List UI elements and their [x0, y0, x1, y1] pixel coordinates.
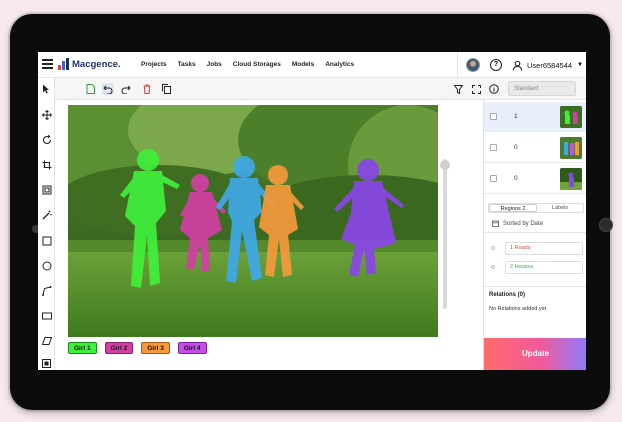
- zoom-slider[interactable]: [440, 159, 450, 309]
- image-checkbox[interactable]: [490, 113, 497, 120]
- help-icon[interactable]: ?: [490, 59, 502, 71]
- nav-jobs[interactable]: Jobs: [207, 61, 222, 68]
- tab-regions[interactable]: Regions 2: [489, 204, 537, 212]
- nav-models[interactable]: Models: [292, 61, 314, 68]
- region-label: 1 Roads: [505, 242, 583, 255]
- divider: [457, 52, 458, 78]
- annotated-photo[interactable]: [68, 105, 438, 337]
- tag-girl-4[interactable]: Girl 4: [177, 342, 207, 354]
- annotation-canvas[interactable]: Girl 1 Girl 2 Girl 3 Girl 4: [56, 100, 495, 370]
- tool-sidebar: [38, 78, 55, 370]
- region-count: 0: [514, 175, 518, 182]
- avatar[interactable]: [466, 58, 480, 72]
- tag-girl-2[interactable]: Girl 2: [104, 342, 134, 354]
- image-list-item[interactable]: 0: [484, 164, 586, 194]
- menu-icon[interactable]: [42, 59, 53, 69]
- box-tool-icon[interactable]: [41, 310, 52, 321]
- region-label: 2 Houses: [505, 261, 583, 274]
- move-icon[interactable]: [41, 109, 52, 120]
- undo-icon[interactable]: [102, 83, 114, 95]
- fullscreen-icon[interactable]: [470, 83, 482, 95]
- relations-empty-text: No Relations added yet: [489, 306, 547, 312]
- home-button[interactable]: [599, 218, 613, 232]
- image-thumbnail[interactable]: [560, 168, 582, 190]
- region-radio[interactable]: [491, 246, 495, 250]
- sort-label: Sorted by Date: [503, 220, 544, 227]
- region-item[interactable]: 1 Roads: [489, 242, 583, 255]
- nav-projects[interactable]: Projects: [141, 61, 167, 68]
- calendar-icon: [492, 220, 499, 227]
- right-panel: 1 0 0 Regions 2 Labels Sorted by Date 1 …: [483, 100, 586, 370]
- cursor-icon[interactable]: [41, 83, 52, 94]
- nav-right: ? User6584544 ▼: [457, 52, 586, 78]
- zoom-slider-handle[interactable]: [440, 160, 450, 170]
- logo-text: Macgence.: [72, 59, 121, 70]
- divider: [484, 232, 586, 233]
- tag-girl-1[interactable]: Girl 1: [68, 342, 97, 354]
- username[interactable]: User6584544: [527, 61, 572, 70]
- label-tags: Girl 1 Girl 2 Girl 3 Girl 4: [68, 342, 207, 354]
- logo[interactable]: Macgence.: [58, 58, 121, 70]
- tag-girl-3[interactable]: Girl 3: [141, 342, 170, 354]
- region-label-tabs: Regions 2 Labels: [488, 203, 584, 213]
- app-screen: Macgence. Projects Tasks Jobs Cloud Stor…: [38, 52, 586, 370]
- user-icon: [512, 60, 523, 71]
- nav-tasks[interactable]: Tasks: [178, 61, 196, 68]
- nav-analytics[interactable]: Analytics: [325, 61, 354, 68]
- new-file-icon[interactable]: [84, 83, 96, 95]
- divider: [484, 286, 586, 287]
- image-list-item[interactable]: 0: [484, 133, 586, 163]
- rectangle-tool-icon[interactable]: [41, 235, 52, 246]
- image-checkbox[interactable]: [490, 144, 497, 151]
- update-button[interactable]: Update: [484, 338, 586, 370]
- main-nav: Projects Tasks Jobs Cloud Storages Model…: [141, 61, 354, 68]
- image-thumbnail[interactable]: [560, 106, 582, 128]
- sort-control[interactable]: Sorted by Date: [492, 220, 543, 227]
- delete-icon[interactable]: [141, 83, 153, 95]
- polyline-tool-icon[interactable]: [41, 285, 52, 296]
- nav-cloud-storages[interactable]: Cloud Storages: [233, 61, 281, 68]
- rotate-icon[interactable]: [41, 134, 52, 145]
- region-radio[interactable]: [491, 265, 495, 269]
- grid-tool-icon[interactable]: [41, 358, 52, 369]
- toolbar: Standard: [38, 78, 586, 100]
- tab-labels[interactable]: Labels: [537, 204, 583, 212]
- polygon-tool-icon[interactable]: [41, 335, 52, 346]
- preset-select[interactable]: Standard: [508, 81, 576, 96]
- image-thumbnail[interactable]: [560, 137, 582, 159]
- top-nav: Macgence. Projects Tasks Jobs Cloud Stor…: [38, 52, 586, 78]
- region-item[interactable]: 2 Houses: [489, 261, 583, 274]
- crop-icon[interactable]: [41, 159, 52, 170]
- image-checkbox[interactable]: [490, 175, 497, 182]
- relations-title: Relations (0): [489, 292, 526, 298]
- circle-tool-icon[interactable]: [41, 260, 52, 271]
- select-region-icon[interactable]: [41, 184, 52, 195]
- info-icon[interactable]: [488, 83, 500, 95]
- copy-icon[interactable]: [160, 83, 172, 95]
- logo-mark-icon: [58, 58, 69, 70]
- magic-wand-icon[interactable]: [41, 209, 52, 220]
- redo-icon[interactable]: [120, 83, 132, 95]
- region-count: 0: [514, 144, 518, 151]
- region-count: 1: [514, 113, 518, 120]
- caret-down-icon[interactable]: ▼: [577, 62, 583, 68]
- filter-icon[interactable]: [452, 83, 464, 95]
- image-list-item[interactable]: 1: [484, 102, 586, 132]
